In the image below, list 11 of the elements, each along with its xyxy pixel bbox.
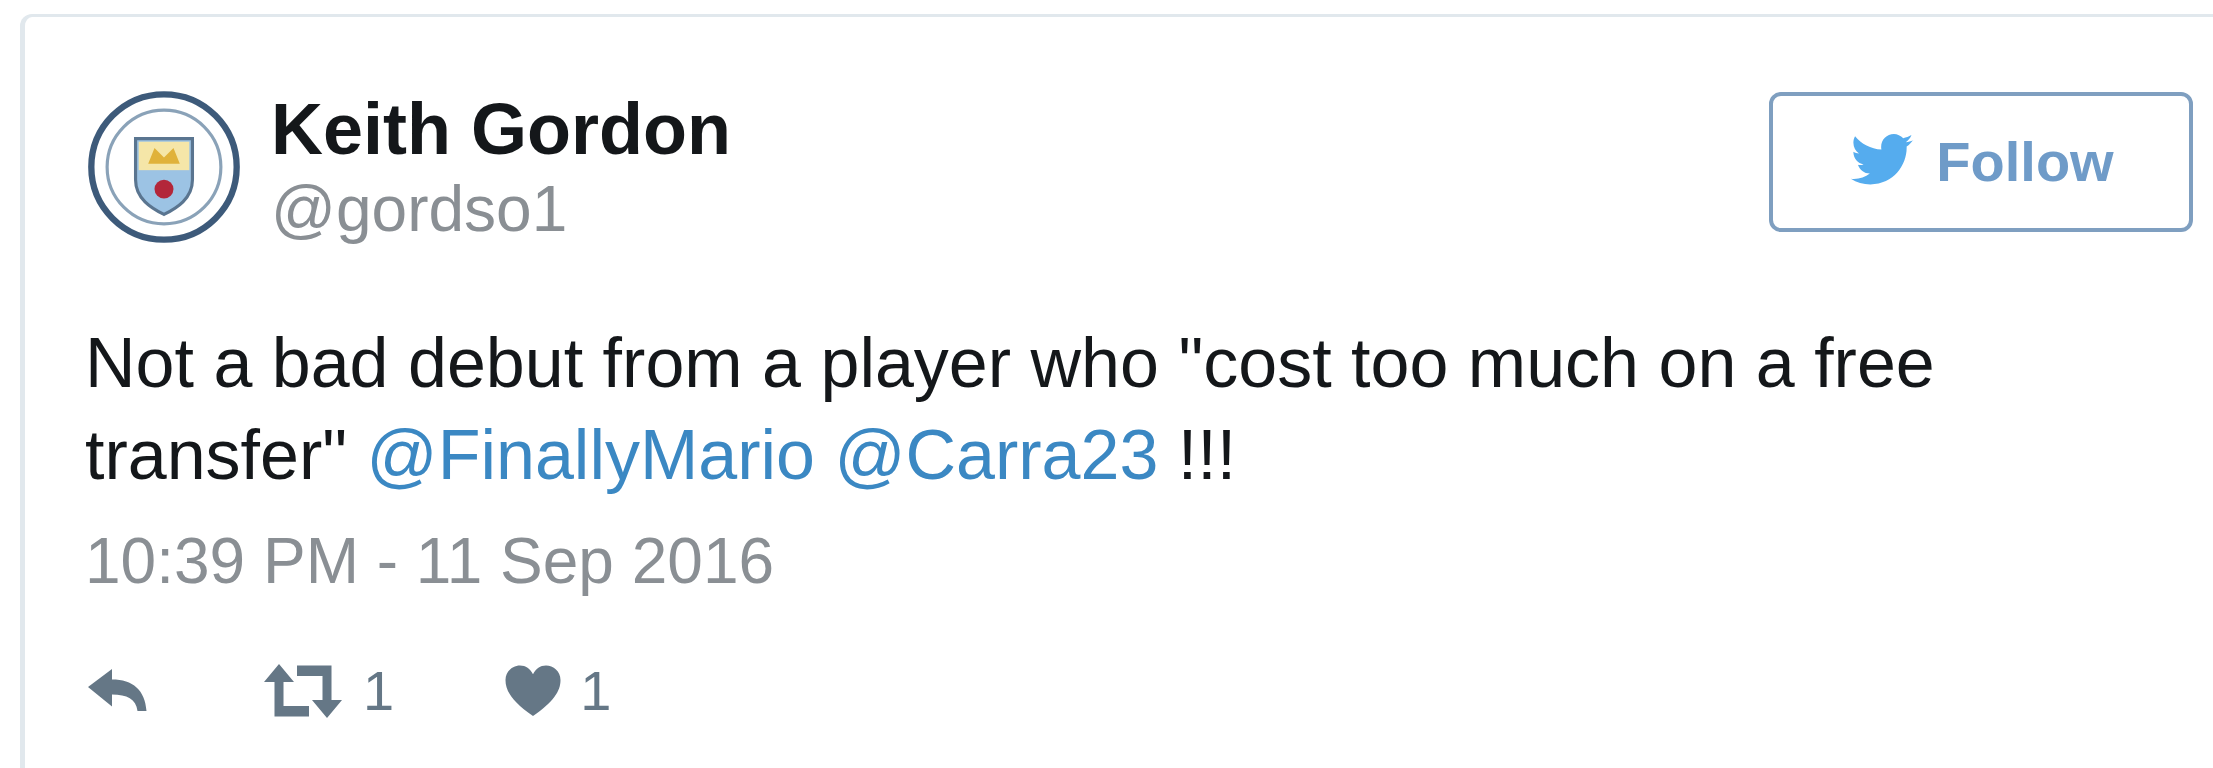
crest-icon [85, 88, 243, 246]
tweet-text: Not a bad debut from a player who "cost too much on a free transfer" @FinallyMario @Carra23 !!! [85, 323, 1936, 496]
author-handle[interactable]: @gordso1 [271, 171, 731, 247]
follow-button[interactable]: Follow [1769, 92, 2193, 232]
mention-link[interactable]: @FinallyMario [366, 416, 815, 494]
author-name[interactable]: Keith Gordon [271, 87, 731, 171]
action-count: 1 [363, 663, 395, 719]
mention-link[interactable]: @Carra23 [834, 416, 1159, 494]
action-count: 1 [580, 663, 612, 719]
heart-icon[interactable] [504, 663, 563, 719]
tweet-timestamp[interactable]: 10:39 PM - 11 Sep 2016 [85, 521, 775, 601]
